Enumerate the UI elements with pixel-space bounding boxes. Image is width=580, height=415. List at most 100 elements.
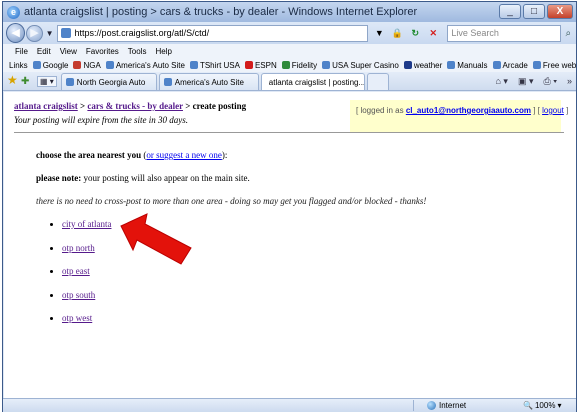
title-bar[interactable]: e atlanta craigslist | posting > cars & … [3,2,576,22]
menu-file[interactable]: File [15,47,28,56]
feeds-icon[interactable]: ▣ ▾ [518,76,534,87]
area-link-otp-east[interactable]: otp east [62,266,90,276]
red-arrow-annotation [120,213,192,265]
maximize-button[interactable]: □ [523,4,545,19]
link-icon [492,61,501,69]
security-zone[interactable]: Internet [427,401,466,410]
link-icon [189,61,198,69]
link-google[interactable]: Google [32,61,68,70]
tab-atlanta-craigslist[interactable]: atlanta craigslist | posting...× [260,73,365,90]
link-nga[interactable]: NGA [73,61,101,70]
list-item: city of atlanta [62,215,111,239]
note-text: your posting will also appear on the mai… [81,173,250,183]
stop-icon[interactable]: ✕ [425,25,441,41]
choose-area-label: choose the area nearest you [36,150,142,160]
menu-edit[interactable]: Edit [37,47,51,56]
area-list: city of atlanta otp north otp east otp s… [52,215,111,333]
userbox-prefix: [ logged in as [356,106,406,115]
more-commands-icon[interactable]: » [567,76,572,87]
userbox-suffix: ] [563,106,569,115]
tab-north-georgia-auto[interactable]: North Georgia Auto [60,73,157,90]
window-title: atlanta craigslist | posting > cars & tr… [24,6,418,18]
userbox-separator: ] [ [530,106,543,115]
page-icon [65,78,74,86]
area-link-otp-west[interactable]: otp west [62,313,92,323]
crosspost-warning: there is no need to cross-post to more t… [36,196,427,206]
link-usa-super-casino[interactable]: USA Super Casino [322,61,399,70]
breadcrumb-category-link[interactable]: cars & trucks - by dealer [87,101,183,111]
note-line: please note: your posting will also appe… [36,173,250,183]
page-content: atlanta craigslist > cars & trucks - by … [4,92,576,398]
favorites-star-icon[interactable]: ★ [7,73,21,87]
lock-icon[interactable]: 🔒 [389,25,405,41]
link-manuals[interactable]: Manuals [447,61,488,70]
suggest-close-paren: ): [221,150,228,160]
address-dropdown-icon[interactable]: ▼ [371,25,387,41]
zoom-control[interactable]: 🔍 100% ▾ [523,401,561,410]
refresh-icon[interactable]: ↻ [407,25,423,41]
area-link-otp-south[interactable]: otp south [62,290,95,300]
menu-help[interactable]: Help [155,47,171,56]
link-icon [322,61,331,69]
tab-americas-auto-site[interactable]: America's Auto Site [158,73,259,90]
add-favorite-icon[interactable]: ✚ [21,76,35,87]
suggest-area-link[interactable]: or suggest a new one [146,150,221,160]
link-icon [281,61,290,69]
account-email-link[interactable]: cl_auto1@northgeorgiaauto.com [406,106,531,115]
logout-link[interactable]: logout [542,106,564,115]
link-icon [105,61,114,69]
browser-window: e atlanta craigslist | posting > cars & … [2,1,577,412]
quick-tabs-icon[interactable]: ▦ ▾ [37,76,57,87]
window-controls: _ □ X [499,4,573,19]
link-tshirt-usa[interactable]: TShirt USA [189,61,240,70]
menu-tools[interactable]: Tools [128,47,147,56]
menu-favorites[interactable]: Favorites [86,47,119,56]
breadcrumb-separator: > [77,101,88,111]
menu-view[interactable]: View [60,47,77,56]
zoom-level: 100% [534,401,556,410]
chevron-down-icon: ▾ [557,401,562,410]
url-text: https://post.craigslist.org/atl/S/ctd/ [74,28,210,38]
link-americas-auto-site[interactable]: America's Auto Site [105,61,185,70]
search-input[interactable]: Live Search [447,24,561,42]
history-dropdown-icon[interactable]: ▼ [46,29,54,38]
area-link-otp-north[interactable]: otp north [62,243,95,253]
minimize-button[interactable]: _ [499,4,521,19]
forward-button[interactable]: ▶ [26,24,43,42]
print-icon[interactable]: ⎙ ▾ [544,76,557,87]
area-link-city-of-atlanta[interactable]: city of atlanta [62,219,111,229]
back-button[interactable]: ◀ [6,23,26,43]
tab-bar: ★ ✚ ▦ ▾ North Georgia Auto America's Aut… [3,72,576,91]
link-weather[interactable]: weather [403,61,442,70]
list-item: otp east [62,262,111,286]
home-icon[interactable]: ⌂ ▾ [496,76,508,87]
address-actions: ▼ 🔒 ↻ ✕ [371,25,441,41]
address-toolbar: ◀ ▶ ▼ https://post.craigslist.org/atl/S/… [3,22,576,44]
status-divider [413,400,414,411]
page-icon [60,28,71,38]
new-tab-button[interactable] [366,73,389,90]
address-field[interactable]: https://post.craigslist.org/atl/S/ctd/ [56,24,369,42]
note-label: please note: [36,173,82,183]
expire-notice: Your posting will expire from the site i… [14,115,189,125]
command-bar: ⌂ ▾ ▣ ▾ ⎙ ▾ » [496,76,573,87]
close-button[interactable]: X [547,4,573,19]
page-icon [163,78,172,86]
link-icon [403,61,412,69]
links-bar: Links Google NGA America's Auto Site TSh… [3,58,576,72]
link-arcade[interactable]: Arcade [492,61,528,70]
breadcrumb-current: > create posting [182,101,247,111]
link-icon [32,61,41,69]
breadcrumb-site-link[interactable]: atlanta craigslist [14,101,78,111]
link-espn[interactable]: ESPN [244,61,277,70]
list-item: otp south [62,286,111,310]
user-box: [ logged in as cl_auto1@northgeorgiaauto… [350,100,568,132]
zone-label: Internet [439,401,467,410]
globe-icon [427,401,436,410]
menu-bar: File Edit View Favorites Tools Help [3,44,576,58]
search-icon[interactable]: ⌕ [561,28,576,39]
link-free-website-games[interactable]: Free website games [532,61,576,70]
link-fidelity[interactable]: Fidelity [281,61,317,70]
choose-area-line: choose the area nearest you (or suggest … [36,150,227,160]
list-item: otp north [62,239,111,263]
